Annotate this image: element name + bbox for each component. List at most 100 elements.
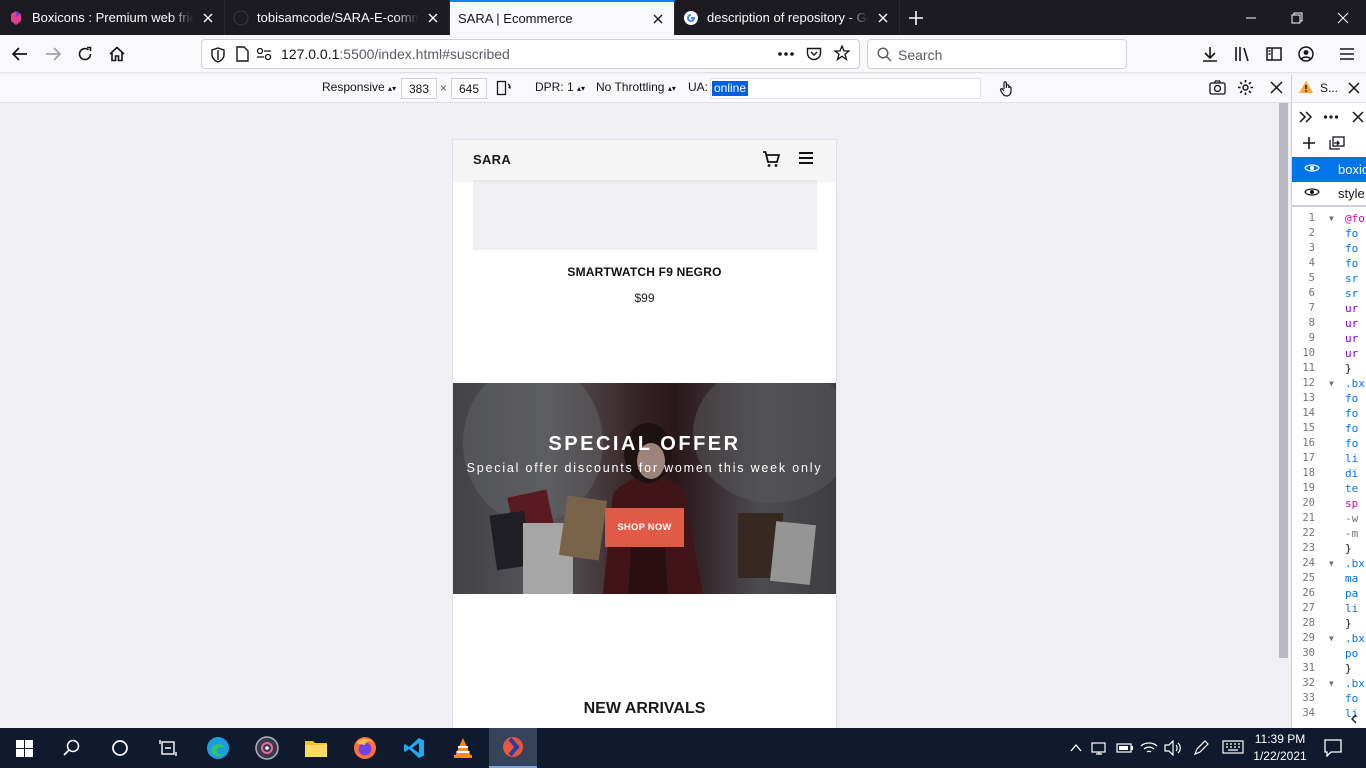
fold-arrow-icon[interactable]: ▼ bbox=[1329, 211, 1334, 226]
permissions-icon[interactable] bbox=[256, 47, 272, 64]
viewport-height-input[interactable]: 645 bbox=[451, 78, 487, 99]
throttling-selector[interactable]: No Throttling ▴▾ bbox=[596, 80, 676, 94]
system-clock[interactable]: 11:39 PM 1/22/2021 bbox=[1240, 731, 1320, 765]
fold-arrow-icon[interactable]: ▼ bbox=[1329, 556, 1334, 571]
code-line[interactable]: 25 ma bbox=[1292, 571, 1366, 586]
reload-icon[interactable] bbox=[70, 39, 100, 69]
search-icon[interactable] bbox=[48, 728, 96, 768]
page-actions-icon[interactable] bbox=[777, 46, 795, 65]
code-line[interactable]: 23} bbox=[1292, 541, 1366, 556]
close-tab-icon[interactable] bbox=[200, 10, 216, 26]
code-line[interactable]: 17 li bbox=[1292, 451, 1366, 466]
code-line[interactable]: 27 li bbox=[1292, 601, 1366, 616]
code-line[interactable]: 31} bbox=[1292, 661, 1366, 676]
code-line[interactable]: 2 fo bbox=[1292, 226, 1366, 241]
code-line[interactable]: 4 fo bbox=[1292, 256, 1366, 271]
shield-icon[interactable] bbox=[211, 47, 225, 66]
code-line[interactable]: 28} bbox=[1292, 616, 1366, 631]
stylesheet-item-boxicons[interactable]: boxic bbox=[1292, 157, 1366, 182]
code-line[interactable]: 9 ur bbox=[1292, 331, 1366, 346]
vlc-icon[interactable] bbox=[439, 728, 487, 768]
code-line[interactable]: 33 fo bbox=[1292, 691, 1366, 706]
viewport-width-input[interactable]: 383 bbox=[401, 78, 437, 99]
code-line[interactable]: 1 ▼ @fo bbox=[1292, 211, 1366, 226]
close-devtools-icon[interactable] bbox=[1348, 82, 1360, 97]
edge-browser-icon[interactable] bbox=[194, 728, 242, 768]
url-text[interactable]: 127.0.0.1:5500/index.html#suscribed bbox=[281, 46, 510, 62]
code-line[interactable]: 8 ur bbox=[1292, 316, 1366, 331]
device-selector[interactable]: Responsive ▴▾ bbox=[322, 80, 396, 94]
code-line[interactable]: 14 fo bbox=[1292, 406, 1366, 421]
code-line[interactable]: 24 ▼ .bx bbox=[1292, 556, 1366, 571]
minimize-icon[interactable] bbox=[1228, 0, 1274, 35]
code-line[interactable]: 10 ur bbox=[1292, 346, 1366, 361]
search-input[interactable]: Search bbox=[867, 39, 1127, 69]
expand-panels-icon[interactable] bbox=[1299, 111, 1313, 126]
code-line[interactable]: 7 ur bbox=[1292, 301, 1366, 316]
code-line[interactable]: 18 di bbox=[1292, 466, 1366, 481]
code-line[interactable]: 3 fo bbox=[1292, 241, 1366, 256]
code-line[interactable]: 32 ▼ .bx bbox=[1292, 676, 1366, 691]
more-options-icon[interactable] bbox=[1323, 111, 1339, 126]
import-stylesheet-icon[interactable] bbox=[1329, 136, 1345, 153]
close-tab-icon[interactable] bbox=[650, 11, 666, 27]
account-icon[interactable] bbox=[1291, 39, 1321, 69]
vscode-icon[interactable] bbox=[390, 728, 438, 768]
code-line[interactable]: 15 fo bbox=[1292, 421, 1366, 436]
scrollbar-thumb[interactable] bbox=[1279, 103, 1288, 658]
close-rdm-icon[interactable] bbox=[1270, 81, 1283, 97]
dpr-selector[interactable]: DPR: 1 ▴▾ bbox=[535, 80, 585, 94]
cortana-icon[interactable] bbox=[96, 728, 144, 768]
show-hidden-icons[interactable] bbox=[1070, 741, 1082, 756]
scroll-left-icon[interactable] bbox=[1350, 714, 1358, 727]
shop-now-button[interactable]: SHOP NOW bbox=[605, 508, 684, 547]
site-logo[interactable]: SARA bbox=[473, 152, 511, 167]
new-tab-icon[interactable] bbox=[900, 0, 932, 35]
viewport-scrollbar[interactable] bbox=[1276, 103, 1291, 728]
fold-arrow-icon[interactable]: ▼ bbox=[1329, 376, 1334, 391]
bookmark-star-icon[interactable] bbox=[833, 44, 851, 64]
network-adapter-icon[interactable] bbox=[1091, 740, 1109, 759]
product-image[interactable] bbox=[473, 170, 817, 250]
windows-start-icon[interactable] bbox=[0, 728, 48, 768]
page-icon[interactable] bbox=[236, 46, 249, 65]
firefox-icon[interactable] bbox=[341, 728, 389, 768]
code-line[interactable]: 30 po bbox=[1292, 646, 1366, 661]
restore-icon[interactable] bbox=[1274, 0, 1320, 35]
eye-icon[interactable] bbox=[1304, 162, 1320, 177]
code-line[interactable]: 19 te bbox=[1292, 481, 1366, 496]
task-view-icon[interactable] bbox=[144, 728, 192, 768]
code-line[interactable]: 12 ▼ .bx bbox=[1292, 376, 1366, 391]
code-editor[interactable]: 1 ▼ @fo 2 fo 3 fo 4 fo 5 sr 6 sr 7 ur 8 ur 9 ur 10 ur 11} 12 ▼.… bbox=[1292, 211, 1366, 721]
code-line[interactable]: 5 sr bbox=[1292, 271, 1366, 286]
battery-icon[interactable] bbox=[1116, 740, 1134, 759]
code-line[interactable]: 22 -m bbox=[1292, 526, 1366, 541]
close-tab-icon[interactable] bbox=[425, 10, 441, 26]
cart-icon[interactable] bbox=[762, 150, 781, 168]
notifications-icon[interactable] bbox=[1324, 739, 1342, 760]
pen-icon[interactable] bbox=[1193, 740, 1209, 759]
menu-icon[interactable] bbox=[1332, 39, 1362, 69]
code-line[interactable]: 20 sp bbox=[1292, 496, 1366, 511]
stylesheet-item-style[interactable]: style. bbox=[1292, 182, 1366, 207]
media-player-icon[interactable] bbox=[243, 728, 291, 768]
close-panel-icon[interactable] bbox=[1352, 111, 1364, 126]
code-line[interactable]: 26 pa bbox=[1292, 586, 1366, 601]
wifi-icon[interactable] bbox=[1140, 740, 1158, 759]
tab-github[interactable]: tobisamcode/SARA-E-commer bbox=[225, 0, 450, 35]
volume-icon[interactable] bbox=[1164, 739, 1182, 759]
code-line[interactable]: 13 fo bbox=[1292, 391, 1366, 406]
settings-gear-icon[interactable] bbox=[1237, 79, 1254, 99]
pocket-icon[interactable] bbox=[806, 46, 822, 65]
eye-icon[interactable] bbox=[1304, 186, 1320, 201]
code-line[interactable]: 29 ▼ .bx bbox=[1292, 631, 1366, 646]
home-icon[interactable] bbox=[102, 39, 132, 69]
downloads-icon[interactable] bbox=[1195, 39, 1225, 69]
tab-sara-ecommerce[interactable]: SARA | Ecommerce bbox=[450, 0, 675, 35]
fold-arrow-icon[interactable]: ▼ bbox=[1329, 631, 1334, 646]
close-tab-icon[interactable] bbox=[875, 10, 891, 26]
tab-google[interactable]: description of repository - Goo bbox=[675, 0, 900, 35]
code-line[interactable]: 16 fo bbox=[1292, 436, 1366, 451]
library-icon[interactable] bbox=[1228, 39, 1258, 69]
back-button[interactable] bbox=[5, 39, 35, 69]
